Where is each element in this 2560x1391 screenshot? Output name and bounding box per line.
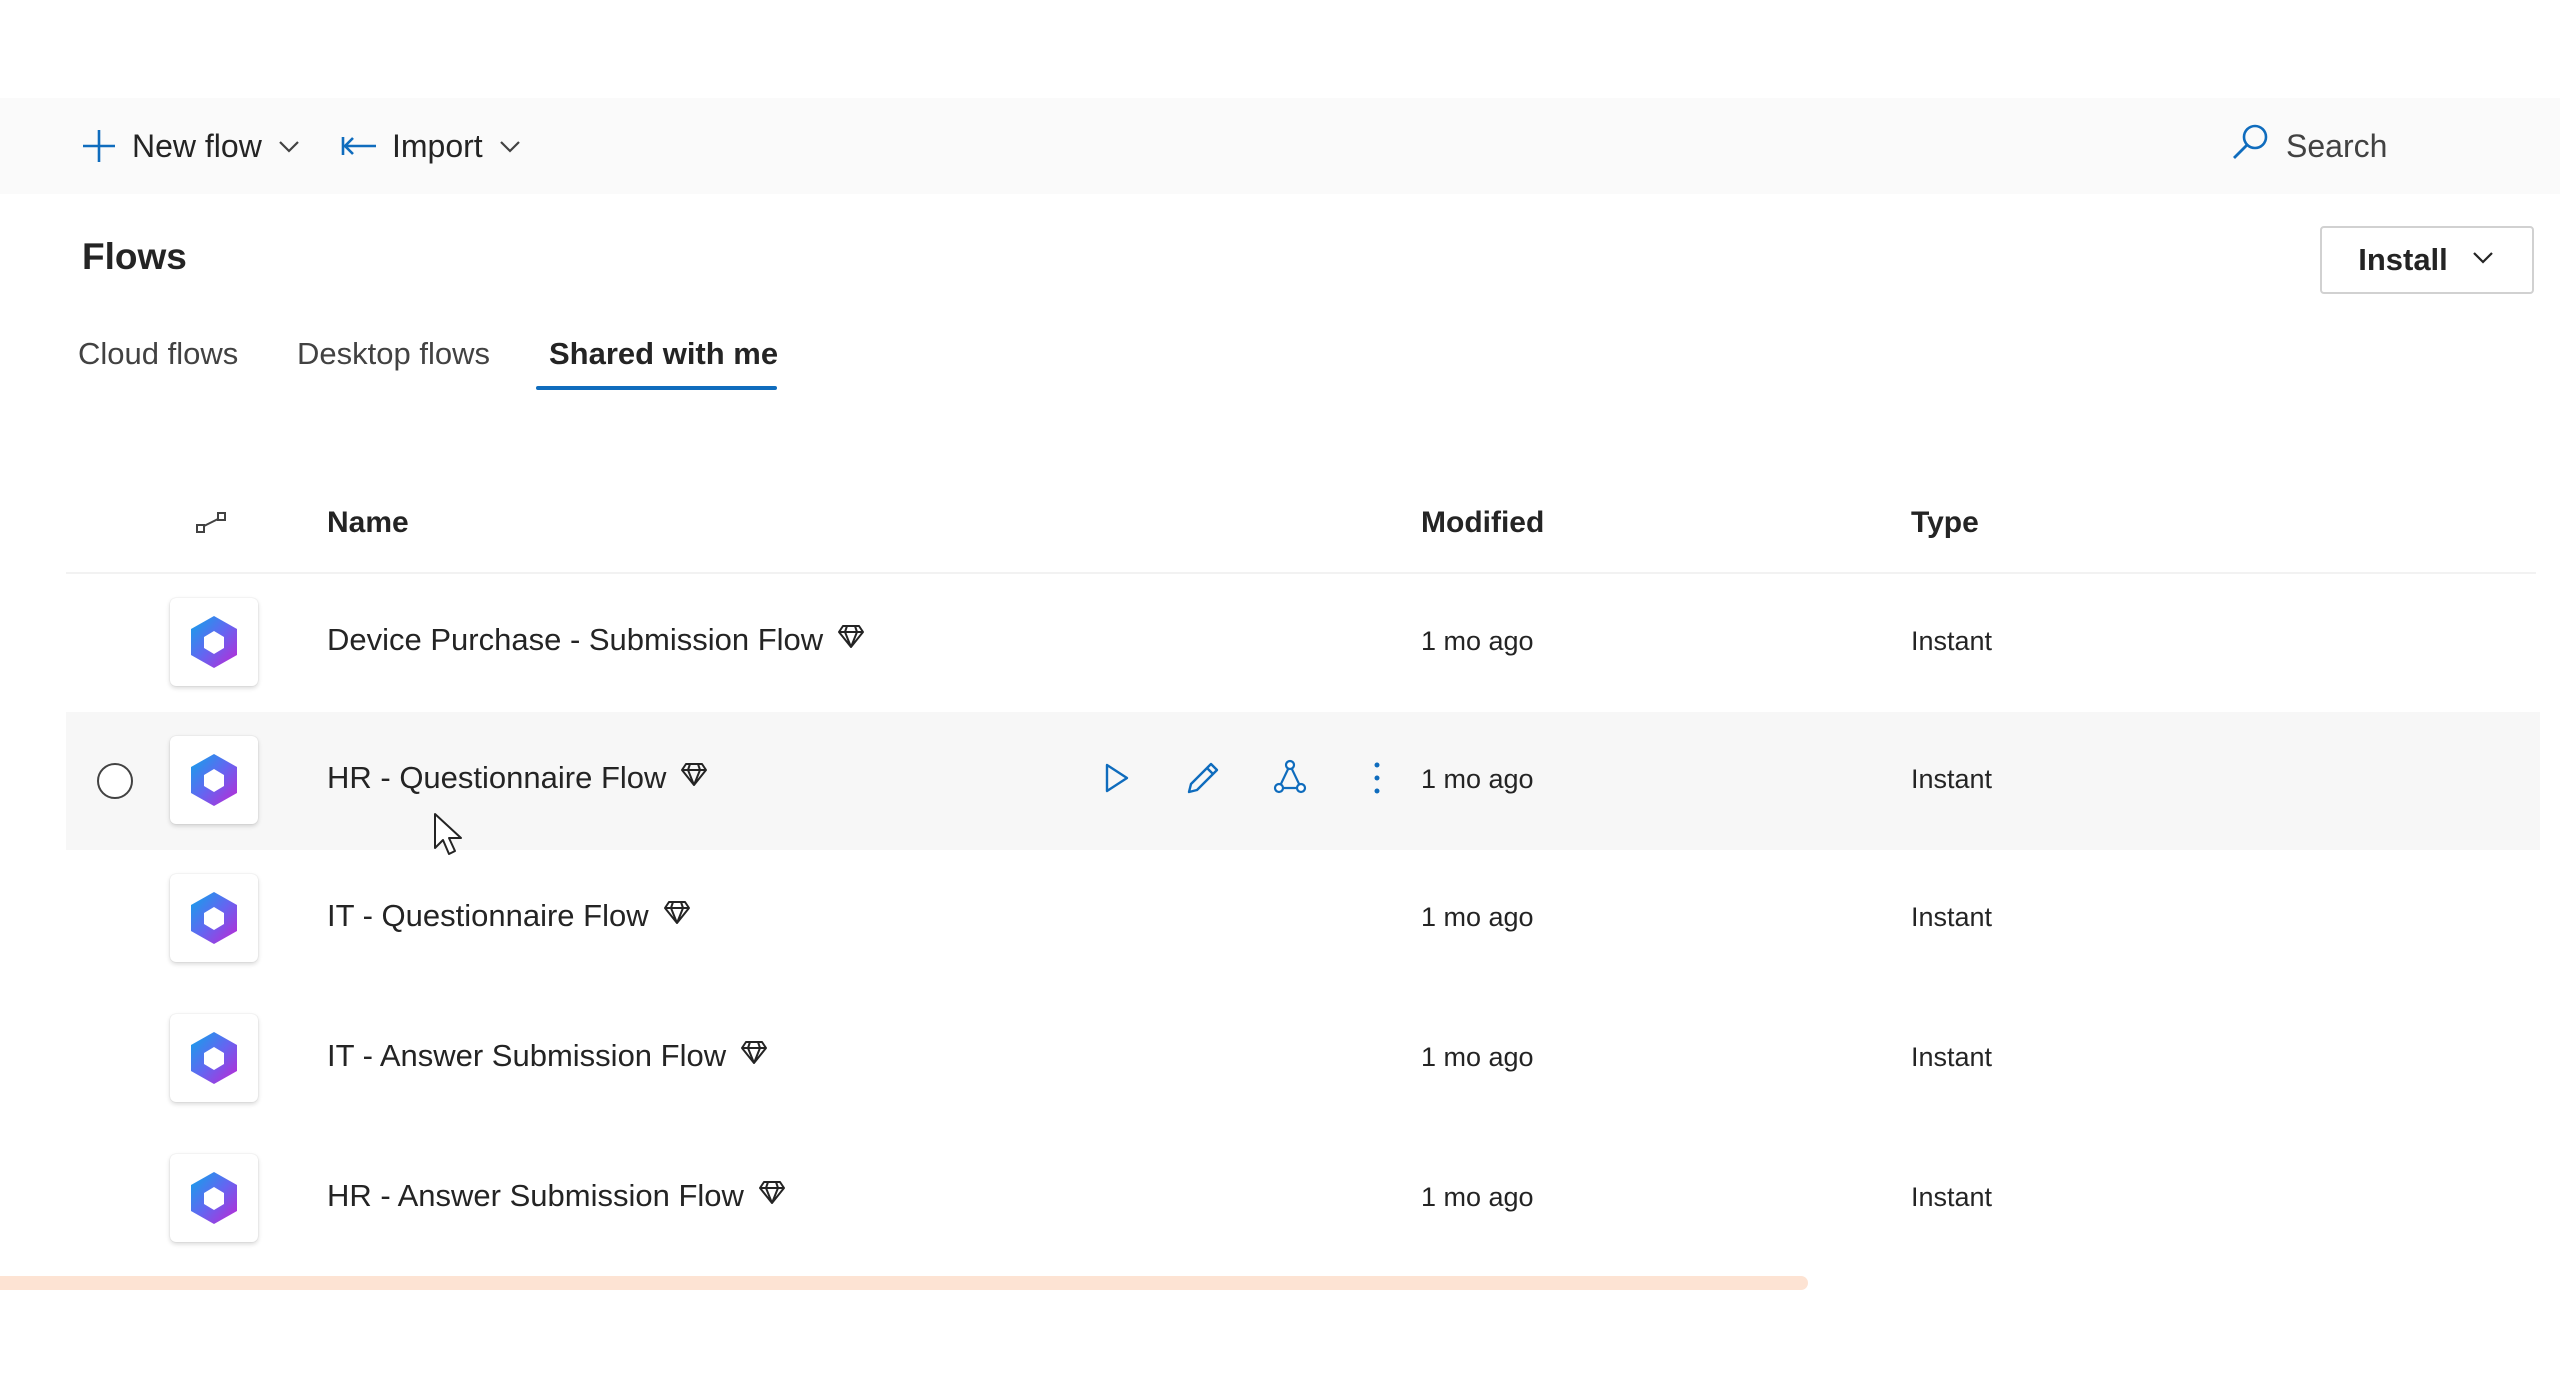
command-bar: New flow Import Search <box>0 98 2560 194</box>
flow-name: HR - Questionnaire Flow <box>327 760 667 795</box>
import-label: Import <box>392 127 483 164</box>
import-button[interactable]: Import <box>340 98 523 194</box>
power-automate-app-icon <box>170 736 258 824</box>
chevron-down-icon <box>2470 242 2496 278</box>
tab-cloud-flows[interactable]: Cloud flows <box>78 336 238 372</box>
selected-tab-indicator <box>536 386 777 390</box>
row-select-radio[interactable] <box>97 763 133 799</box>
import-arrow-icon <box>340 131 378 161</box>
premium-diamond-icon <box>663 898 691 934</box>
search-placeholder: Search <box>2286 127 2388 164</box>
power-automate-app-icon <box>170 598 258 686</box>
power-automate-app-icon <box>170 874 258 962</box>
chevron-down-icon <box>497 133 523 159</box>
flow-name-link[interactable]: HR - Answer Submission Flow <box>327 1178 786 1214</box>
install-button[interactable]: Install <box>2320 226 2534 294</box>
search-icon <box>2230 122 2270 170</box>
column-header-name[interactable]: Name <box>327 506 409 540</box>
power-automate-app-icon <box>170 1014 258 1102</box>
share-icon <box>1270 758 1310 803</box>
horizontal-scrollbar[interactable] <box>0 1276 1808 1290</box>
table-row[interactable]: Device Purchase - Submission Flow 1 mo a… <box>66 574 2540 712</box>
tab-desktop-flows[interactable]: Desktop flows <box>297 336 490 372</box>
flow-name-link[interactable]: Device Purchase - Submission Flow <box>327 622 865 658</box>
flow-type-column-icon[interactable] <box>194 508 230 543</box>
plus-icon <box>80 127 118 165</box>
premium-diamond-icon <box>837 622 865 658</box>
tab-shared-with-me[interactable]: Shared with me <box>549 336 778 372</box>
type-cell: Instant <box>1911 902 1993 932</box>
modified-cell: 1 mo ago <box>1421 626 1534 656</box>
type-cell: Instant <box>1911 626 1993 656</box>
run-button[interactable] <box>1072 761 1159 800</box>
column-header-type[interactable]: Type <box>1911 506 1979 540</box>
page-title: Flows <box>82 236 187 277</box>
flow-name: HR - Answer Submission Flow <box>327 1178 744 1213</box>
table-row[interactable]: IT - Answer Submission Flow 1 mo ago Ins… <box>66 990 2540 1128</box>
power-automate-app-icon <box>170 1154 258 1242</box>
share-button[interactable] <box>1246 758 1333 803</box>
search-box[interactable]: Search <box>2230 98 2387 194</box>
type-cell: Instant <box>1911 1042 1993 1072</box>
modified-cell: 1 mo ago <box>1421 1182 1534 1212</box>
table-row[interactable]: IT - Questionnaire Flow 1 mo ago Instant <box>66 850 2540 988</box>
flow-name-link[interactable]: HR - Questionnaire Flow <box>327 760 708 796</box>
more-options-button[interactable] <box>1333 760 1420 801</box>
flow-name: IT - Answer Submission Flow <box>327 1038 727 1073</box>
modified-cell: 1 mo ago <box>1421 1042 1534 1072</box>
chevron-down-icon <box>276 133 302 159</box>
mouse-cursor-icon <box>432 812 466 863</box>
new-flow-label: New flow <box>132 127 262 164</box>
table-row[interactable]: HR - Answer Submission Flow 1 mo ago Ins… <box>66 1130 2540 1268</box>
type-cell: Instant <box>1911 1182 1993 1212</box>
row-actions <box>1072 748 1420 812</box>
edit-button[interactable] <box>1159 759 1246 802</box>
install-label: Install <box>2358 242 2448 277</box>
modified-cell: 1 mo ago <box>1421 764 1534 794</box>
flow-name-link[interactable]: IT - Questionnaire Flow <box>327 898 691 934</box>
flow-name-link[interactable]: IT - Answer Submission Flow <box>327 1038 768 1074</box>
premium-diamond-icon <box>740 1038 768 1074</box>
premium-diamond-icon <box>758 1178 786 1214</box>
flow-name: Device Purchase - Submission Flow <box>327 622 824 657</box>
edit-pencil-icon <box>1184 759 1222 802</box>
type-cell: Instant <box>1911 764 1993 794</box>
modified-cell: 1 mo ago <box>1421 902 1534 932</box>
more-options-icon <box>1371 760 1383 801</box>
column-header-modified[interactable]: Modified <box>1421 506 1544 540</box>
app-root: New flow Import Search Flows Install Clo… <box>0 0 2560 1391</box>
flow-name: IT - Questionnaire Flow <box>327 898 649 933</box>
play-icon <box>1099 761 1133 800</box>
premium-diamond-icon <box>680 760 708 796</box>
new-flow-button[interactable]: New flow <box>80 98 302 194</box>
